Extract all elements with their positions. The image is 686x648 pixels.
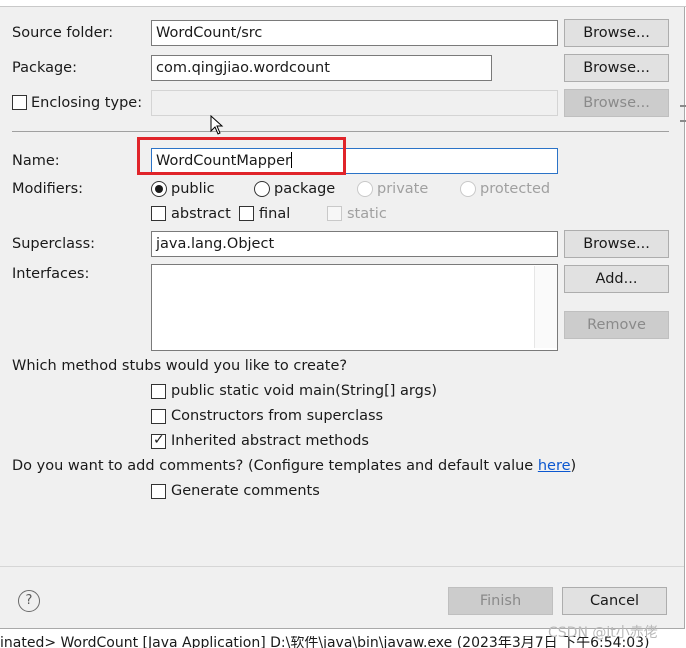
inherited-methods-label: Inherited abstract methods bbox=[171, 433, 369, 449]
interfaces-label: Interfaces: bbox=[12, 266, 90, 282]
constructors-checkbox[interactable] bbox=[151, 409, 166, 424]
interfaces-list-scrollbar[interactable] bbox=[534, 266, 557, 348]
help-icon[interactable]: ? bbox=[18, 590, 40, 612]
constructors-label: Constructors from superclass bbox=[171, 408, 384, 424]
superclass-input[interactable]: java.lang.Object bbox=[151, 231, 558, 257]
radio-selected-dot bbox=[155, 185, 163, 193]
dialog-top-border bbox=[0, 0, 686, 7]
comments-question-end: ) bbox=[570, 458, 577, 474]
cancel-button[interactable]: Cancel bbox=[562, 587, 667, 615]
mouse-cursor-icon bbox=[210, 115, 224, 135]
superclass-browse-button[interactable]: Browse... bbox=[564, 230, 669, 258]
abstract-label: abstract bbox=[171, 206, 231, 222]
inherited-methods-checkbox[interactable]: ✓ bbox=[151, 432, 166, 449]
source-folder-browse-button[interactable]: Browse... bbox=[564, 19, 669, 47]
watermark-text: CSDN @it小赤佬 bbox=[548, 625, 658, 641]
radio-package-label: package bbox=[274, 181, 336, 197]
radio-private-label: private bbox=[377, 181, 429, 197]
source-folder-label: Source folder: bbox=[12, 25, 114, 41]
package-input[interactable]: com.qingjiao.wordcount bbox=[151, 55, 492, 81]
radio-protected-label: protected bbox=[480, 181, 551, 197]
interfaces-add-button[interactable]: Add... bbox=[564, 265, 669, 293]
generate-comments-checkbox[interactable] bbox=[151, 484, 166, 499]
main-method-checkbox[interactable] bbox=[151, 384, 166, 399]
comments-question: Do you want to add comments? (Configure … bbox=[12, 457, 576, 475]
radio-private[interactable] bbox=[357, 181, 373, 197]
footer-separator bbox=[0, 566, 684, 567]
superclass-label: Superclass: bbox=[12, 236, 96, 252]
enclosing-type-label: Enclosing type: bbox=[31, 95, 143, 111]
generate-comments-label: Generate comments bbox=[171, 483, 320, 499]
interfaces-remove-button[interactable]: Remove bbox=[564, 311, 669, 339]
main-method-label: public static void main(String[] args) bbox=[171, 383, 438, 399]
comments-question-text: Do you want to add comments? (Configure … bbox=[12, 458, 538, 474]
configure-templates-link[interactable]: here bbox=[538, 458, 571, 474]
final-label: final bbox=[259, 206, 291, 222]
enclosing-type-browse-button[interactable]: Browse... bbox=[564, 89, 669, 117]
radio-protected[interactable] bbox=[460, 181, 476, 197]
package-label: Package: bbox=[12, 60, 77, 76]
background-edge-mark bbox=[680, 120, 686, 122]
method-stubs-question: Which method stubs would you like to cre… bbox=[12, 358, 348, 374]
modifiers-label: Modifiers: bbox=[12, 181, 84, 197]
static-checkbox[interactable] bbox=[327, 206, 342, 221]
interfaces-list[interactable] bbox=[151, 264, 558, 351]
enclosing-type-checkbox[interactable] bbox=[12, 95, 27, 110]
separator bbox=[12, 131, 669, 132]
check-icon: ✓ bbox=[153, 432, 165, 448]
background-edge-mark bbox=[680, 105, 686, 107]
static-label: static bbox=[347, 206, 387, 222]
annotation-highlight-box bbox=[137, 137, 346, 175]
final-checkbox[interactable] bbox=[239, 206, 254, 221]
enclosing-type-input[interactable] bbox=[151, 90, 558, 116]
radio-public[interactable] bbox=[151, 181, 167, 197]
package-browse-button[interactable]: Browse... bbox=[564, 54, 669, 82]
abstract-checkbox[interactable] bbox=[151, 206, 166, 221]
radio-package[interactable] bbox=[254, 181, 270, 197]
finish-button[interactable]: Finish bbox=[448, 587, 553, 615]
name-label: Name: bbox=[12, 153, 60, 169]
new-java-class-dialog: Source folder: WordCount/src Browse... P… bbox=[0, 0, 686, 629]
source-folder-input[interactable]: WordCount/src bbox=[151, 20, 558, 46]
radio-public-label: public bbox=[171, 181, 215, 197]
